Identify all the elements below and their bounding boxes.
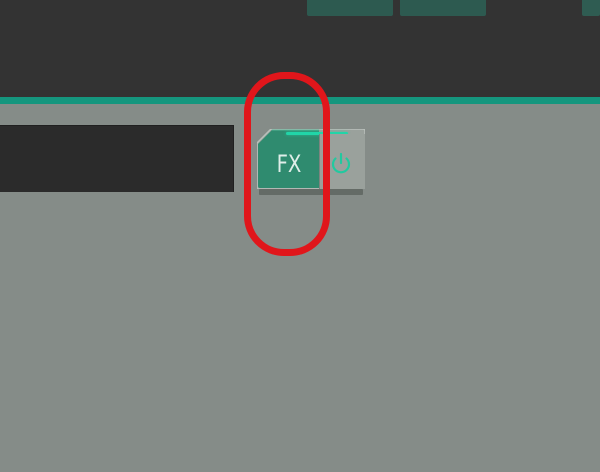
top-tab-3[interactable] (582, 0, 600, 16)
fx-module: FX (257, 129, 365, 195)
accent-divider (0, 97, 600, 104)
app-canvas: FX (0, 0, 600, 472)
power-icon (319, 134, 365, 189)
fx-label: FX (276, 150, 302, 178)
top-header-bar (0, 0, 600, 97)
dark-track-panel[interactable] (0, 125, 234, 192)
fx-toggle-button[interactable]: FX (257, 129, 319, 189)
top-tab-2[interactable] (400, 0, 486, 16)
fx-module-shadow (259, 189, 363, 195)
top-tab-1[interactable] (307, 0, 393, 16)
fx-power-button[interactable] (319, 134, 365, 189)
